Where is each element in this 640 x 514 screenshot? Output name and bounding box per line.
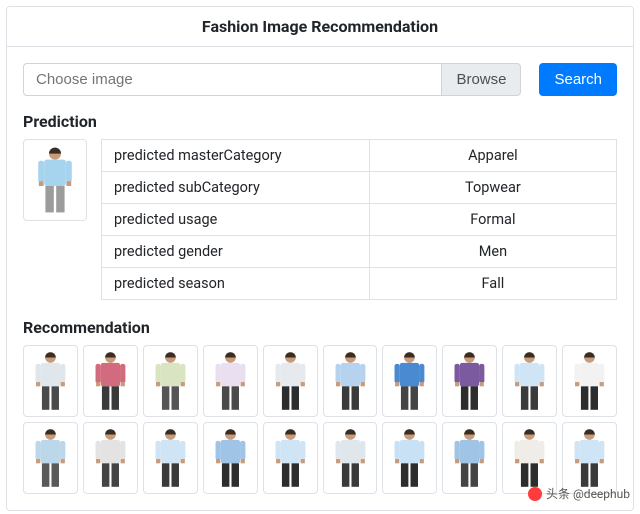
recommendation-item[interactable] [203, 422, 258, 494]
watermark-icon [528, 487, 542, 501]
prediction-value: Apparel [369, 140, 616, 172]
recommendation-item[interactable] [263, 345, 318, 417]
prediction-value: Men [369, 236, 616, 268]
recommendation-item[interactable] [382, 345, 437, 417]
prediction-table: predicted masterCategoryApparelpredicted… [101, 139, 617, 300]
recommendation-item[interactable] [83, 345, 138, 417]
prediction-value: Topwear [369, 172, 616, 204]
watermark-text: 头条 @deephub [546, 485, 630, 502]
recommendation-item[interactable] [562, 345, 617, 417]
recommendation-item[interactable] [442, 422, 497, 494]
recommendation-item[interactable] [23, 422, 78, 494]
search-row: Browse Search [23, 63, 617, 96]
prediction-label: predicted usage [102, 204, 370, 236]
browse-button[interactable]: Browse [441, 63, 521, 96]
table-row: predicted subCategoryTopwear [102, 172, 617, 204]
recommendation-item[interactable] [323, 422, 378, 494]
table-row: predicted usageFormal [102, 204, 617, 236]
recommendation-item[interactable] [562, 422, 617, 494]
recommendation-item[interactable] [143, 345, 198, 417]
file-input[interactable] [23, 63, 441, 96]
recommendation-item[interactable] [502, 422, 557, 494]
prediction-label: predicted masterCategory [102, 140, 370, 172]
recommendation-item[interactable] [23, 345, 78, 417]
prediction-label: predicted season [102, 268, 370, 300]
panel-body: Browse Search Prediction predicted maste… [7, 47, 633, 510]
table-row: predicted seasonFall [102, 268, 617, 300]
query-image [23, 139, 87, 221]
table-row: predicted genderMen [102, 236, 617, 268]
recommendation-item[interactable] [263, 422, 318, 494]
watermark: 头条 @deephub [528, 485, 630, 502]
prediction-value: Formal [369, 204, 616, 236]
recommendation-item[interactable] [83, 422, 138, 494]
app-panel: Fashion Image Recommendation Browse Sear… [6, 6, 634, 511]
recommendation-item[interactable] [382, 422, 437, 494]
prediction-label: predicted subCategory [102, 172, 370, 204]
prediction-heading: Prediction [23, 112, 617, 131]
recommendation-item[interactable] [502, 345, 557, 417]
search-button[interactable]: Search [539, 63, 617, 96]
prediction-label: predicted gender [102, 236, 370, 268]
recommendation-item[interactable] [143, 422, 198, 494]
prediction-row: predicted masterCategoryApparelpredicted… [23, 139, 617, 300]
recommendation-item[interactable] [323, 345, 378, 417]
file-input-group: Browse [23, 63, 521, 96]
recommendation-item[interactable] [442, 345, 497, 417]
page-title: Fashion Image Recommendation [7, 7, 633, 47]
recommendation-heading: Recommendation [23, 318, 617, 337]
recommendation-item[interactable] [203, 345, 258, 417]
recommendation-grid [23, 345, 617, 494]
table-row: predicted masterCategoryApparel [102, 140, 617, 172]
prediction-value: Fall [369, 268, 616, 300]
